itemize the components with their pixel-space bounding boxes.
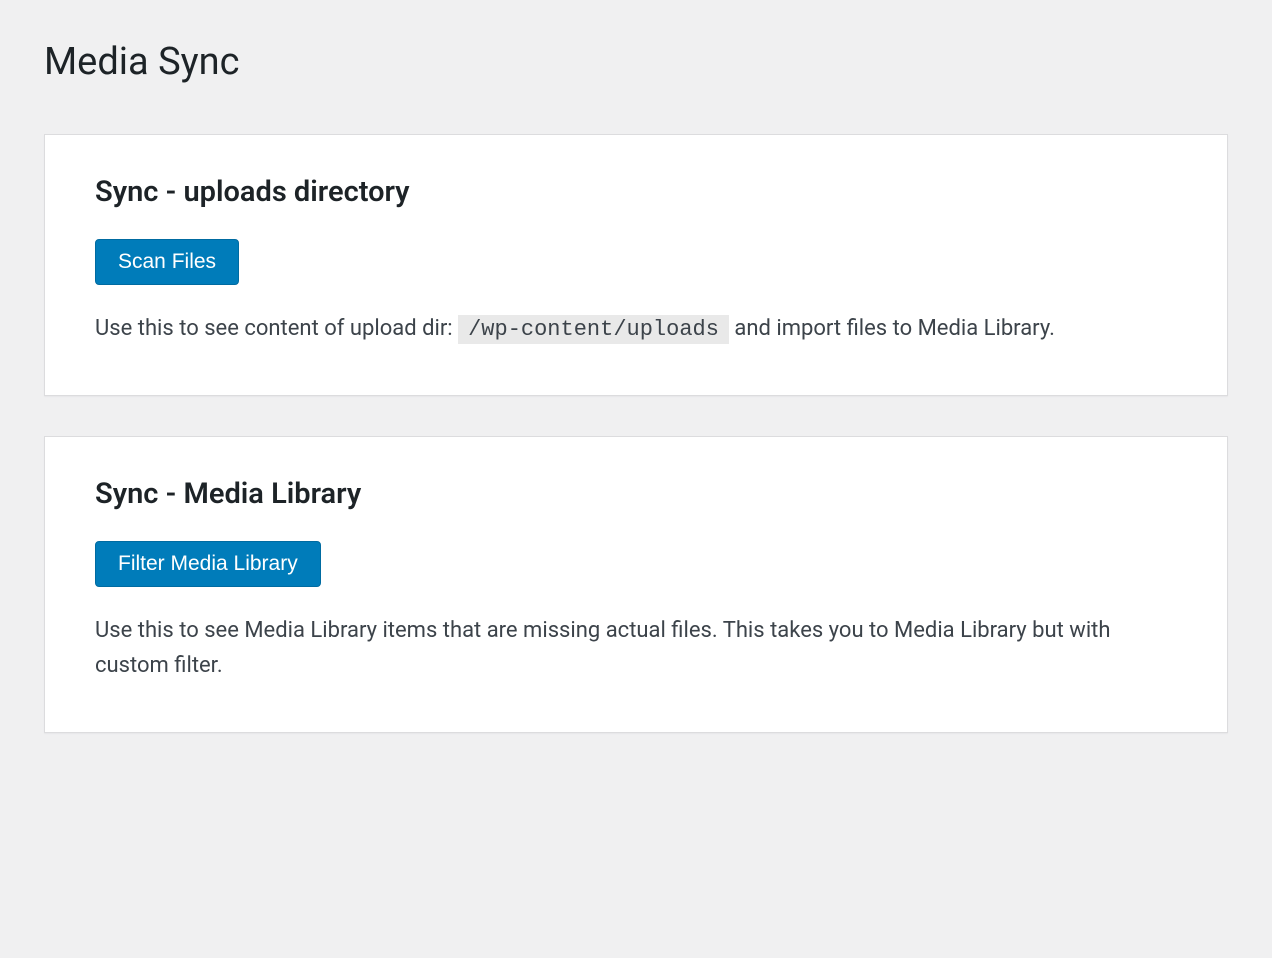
card-library: Sync - Media Library Filter Media Librar… <box>44 436 1228 732</box>
card-library-description: Use this to see Media Library items that… <box>95 613 1177 683</box>
desc-after-text: and import files to Media Library. <box>729 316 1055 341</box>
card-uploads-title: Sync - uploads directory <box>95 175 1177 209</box>
card-uploads: Sync - uploads directory Scan Files Use … <box>44 134 1228 396</box>
filter-media-library-button[interactable]: Filter Media Library <box>95 541 321 587</box>
desc-before-text: Use this to see content of upload dir: <box>95 316 458 341</box>
card-uploads-description: Use this to see content of upload dir: /… <box>95 311 1177 347</box>
page-title: Media Sync <box>0 0 1272 84</box>
upload-path-code: /wp-content/uploads <box>458 315 729 344</box>
scan-files-button[interactable]: Scan Files <box>95 239 239 285</box>
card-library-title: Sync - Media Library <box>95 477 1177 511</box>
